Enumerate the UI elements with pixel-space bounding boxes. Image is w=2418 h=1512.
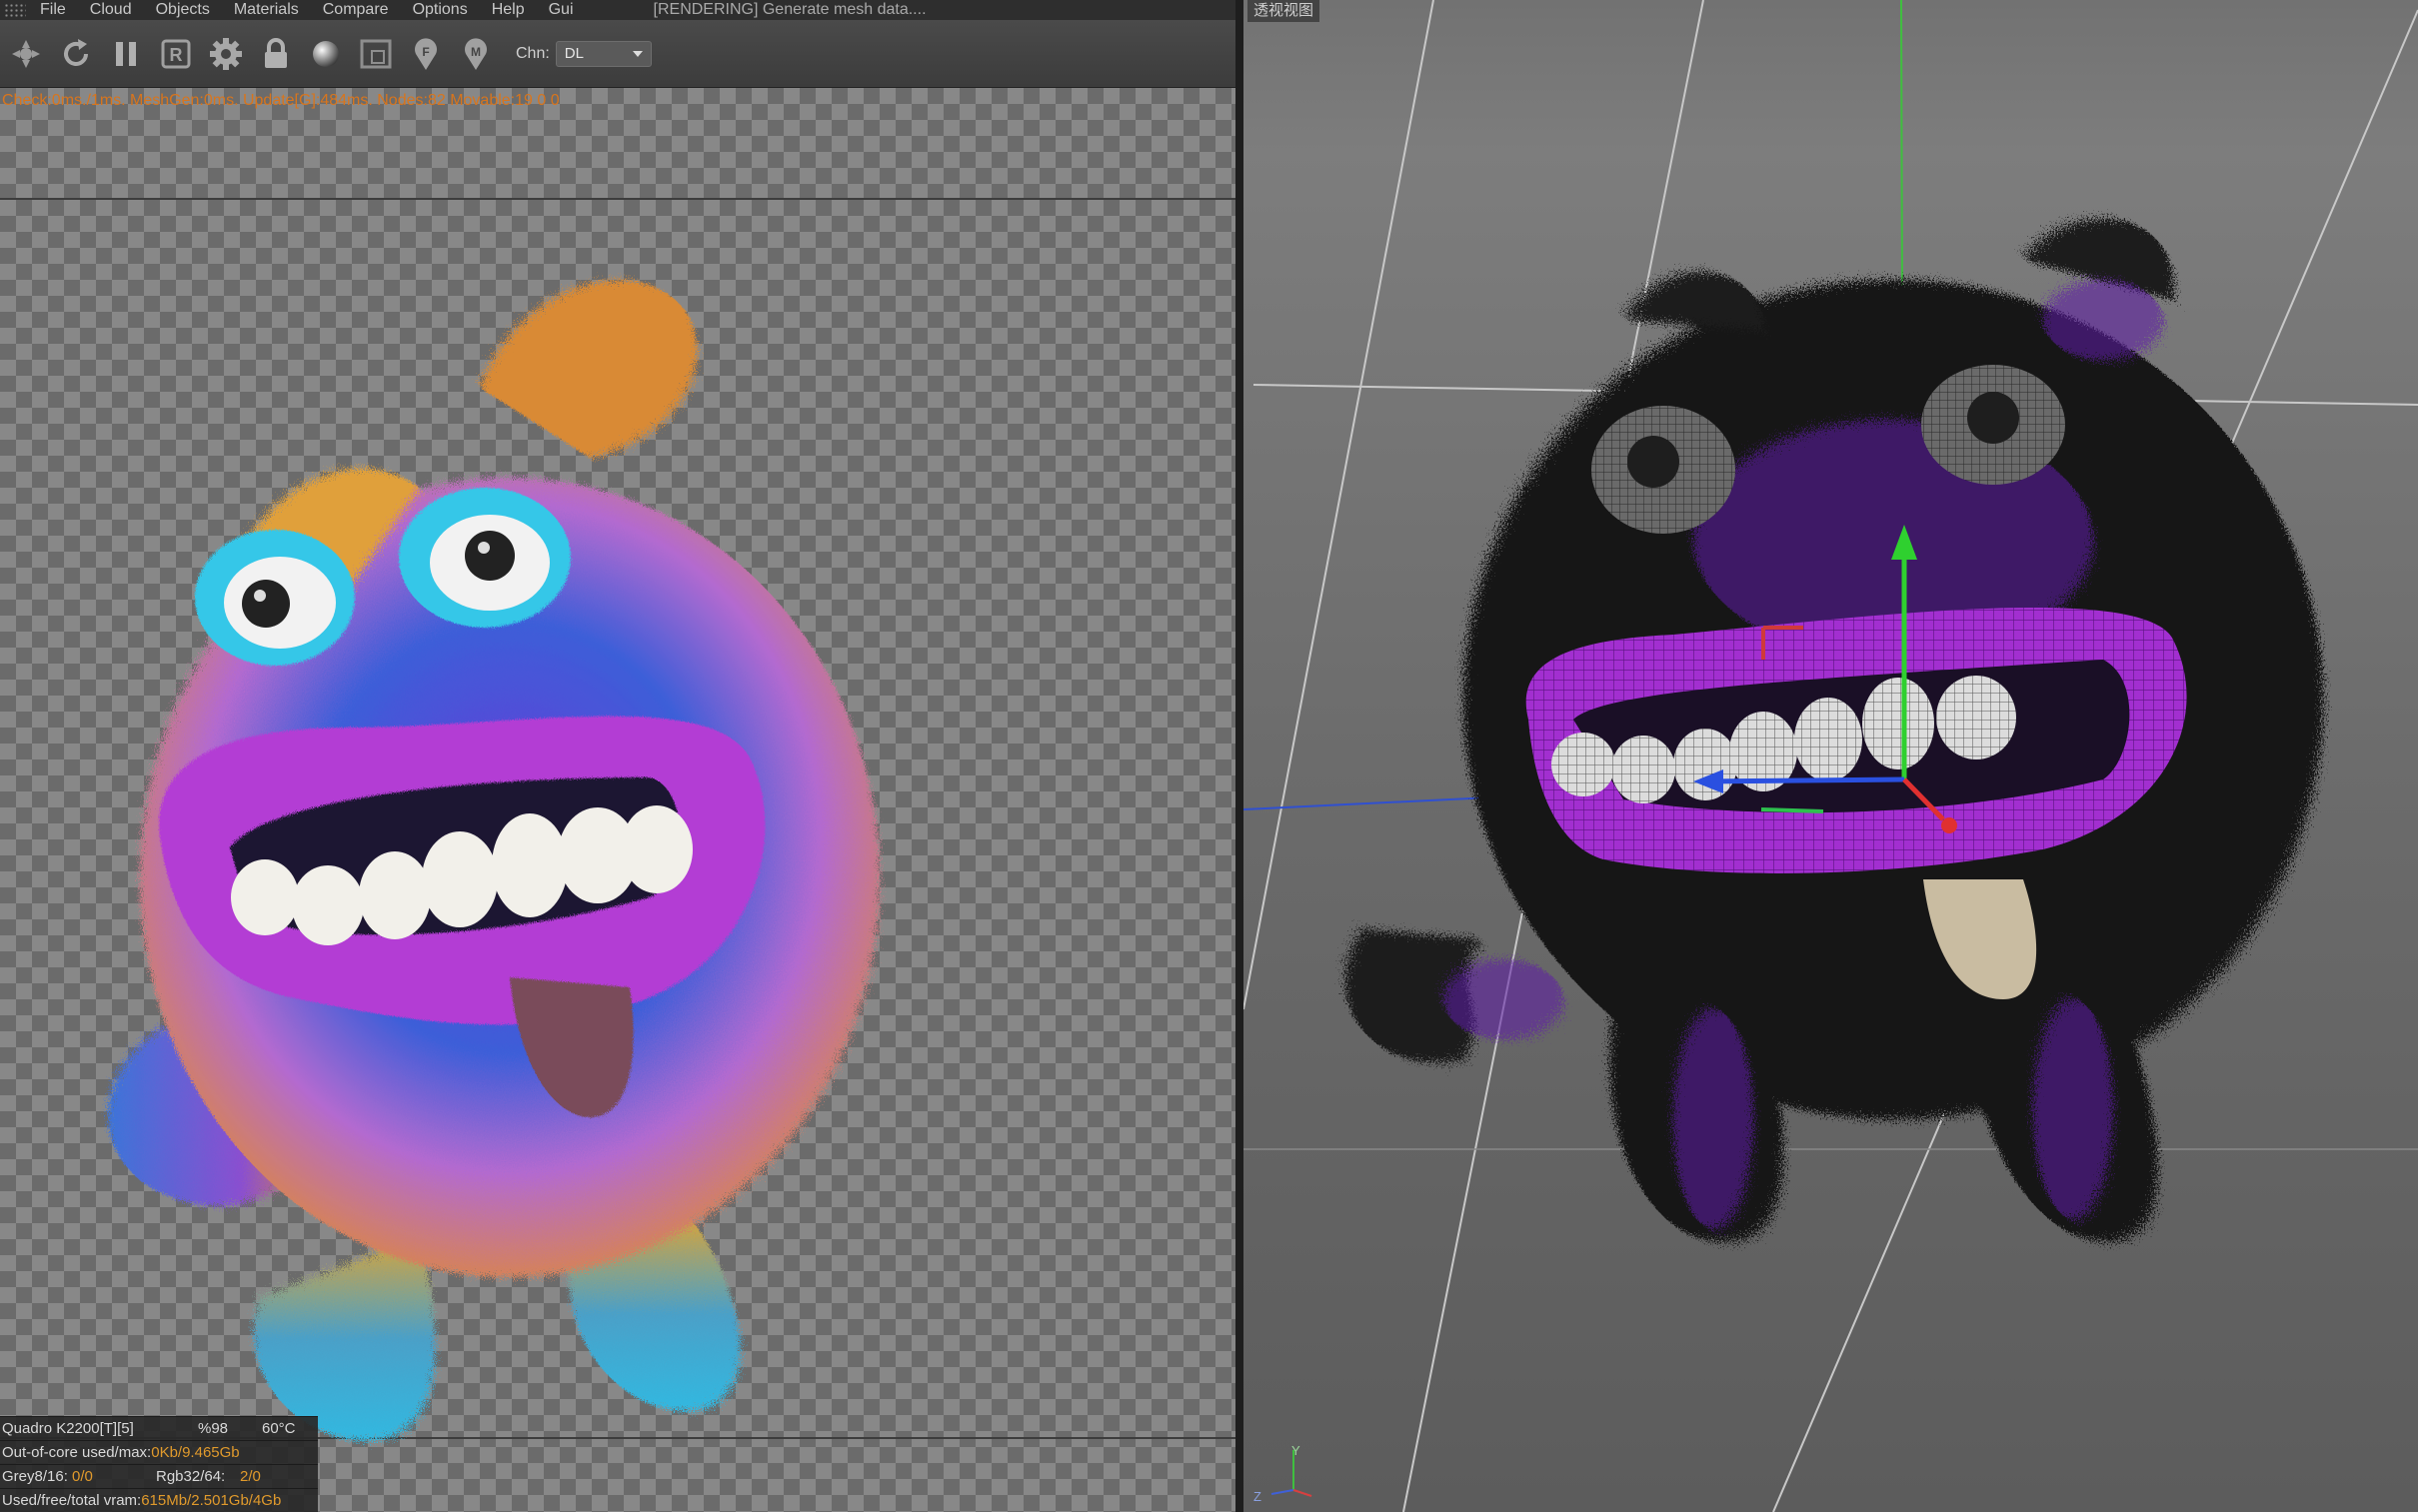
menu-materials[interactable]: Materials bbox=[234, 0, 299, 20]
axis-y-label: Y bbox=[1291, 1443, 1300, 1458]
pause-icon bbox=[116, 41, 136, 66]
render-panel: File Cloud Objects Materials Compare Opt… bbox=[0, 0, 1235, 1512]
panel-divider[interactable] bbox=[1235, 0, 1243, 1512]
settings-button[interactable] bbox=[204, 32, 248, 76]
material-ball-icon bbox=[313, 40, 339, 67]
axis-z-label: Z bbox=[1253, 1489, 1261, 1504]
refresh-icon bbox=[64, 38, 88, 66]
frame-button[interactable] bbox=[354, 32, 398, 76]
out-of-core-value: 0Kb/9.465Gb bbox=[151, 1444, 240, 1461]
gpu-row-device: Quadro K2200[T][5] %98 60°C bbox=[0, 1416, 318, 1440]
pick-material-icon: M bbox=[465, 37, 487, 70]
channel-value: DL bbox=[564, 45, 584, 62]
pick-material-button[interactable]: M bbox=[454, 32, 498, 76]
gpu-row-textures: Grey8/16: 0/0 Rgb32/64: 2/0 bbox=[0, 1464, 318, 1488]
grey-label: Grey8/16: bbox=[2, 1468, 68, 1485]
gpu-row-out-of-core: Out-of-core used/max:0Kb/9.465Gb bbox=[0, 1440, 318, 1464]
canvas-top-divider bbox=[0, 198, 1235, 200]
render-canvas[interactable]: Check:0ms./1ms. MeshGen:0ms. Update[G]:4… bbox=[0, 88, 1235, 1512]
render-stats: Check:0ms./1ms. MeshGen:0ms. Update[G]:4… bbox=[2, 92, 560, 109]
viewport-scene bbox=[1243, 0, 2418, 1512]
svg-text:M: M bbox=[471, 45, 481, 59]
lock-camera-button[interactable] bbox=[4, 32, 48, 76]
rendered-monster-image bbox=[108, 280, 880, 1441]
chevron-down-icon bbox=[632, 50, 643, 57]
menu-file[interactable]: File bbox=[40, 0, 66, 20]
lock-icon bbox=[265, 37, 287, 68]
out-of-core-label: Out-of-core used/max: bbox=[2, 1444, 152, 1461]
material-preview-button[interactable] bbox=[304, 32, 348, 76]
pause-button[interactable] bbox=[104, 32, 148, 76]
gpu-info-panel: Quadro K2200[T][5] %98 60°C Out-of-core … bbox=[0, 1416, 318, 1512]
menubar: File Cloud Objects Materials Compare Opt… bbox=[0, 0, 1235, 20]
menu-help[interactable]: Help bbox=[492, 0, 525, 20]
menu-options[interactable]: Options bbox=[413, 0, 468, 20]
gpu-row-vram: Used/free/total vram:615Mb/2.501Gb/4Gb bbox=[0, 1488, 318, 1512]
render-status: [RENDERING] Generate mesh data.... bbox=[653, 1, 927, 18]
region-render-button[interactable]: R bbox=[154, 32, 198, 76]
channel-label: Chn: bbox=[516, 44, 550, 62]
region-icon: R bbox=[161, 39, 191, 68]
vram-value: 615Mb/2.501Gb/4Gb bbox=[141, 1492, 282, 1509]
app-window: File Cloud Objects Materials Compare Opt… bbox=[0, 0, 2418, 1512]
vram-label: Used/free/total vram: bbox=[2, 1492, 142, 1509]
gpu-usage: %98 bbox=[198, 1420, 229, 1437]
grip-icon[interactable] bbox=[4, 3, 26, 17]
menu-compare[interactable]: Compare bbox=[323, 0, 389, 20]
rgb-value: 2/0 bbox=[240, 1468, 261, 1485]
pick-focus-icon: F bbox=[415, 37, 437, 70]
settings-icon bbox=[210, 37, 242, 70]
lock-camera-icon bbox=[12, 39, 40, 68]
channel-select[interactable]: DL bbox=[555, 40, 652, 67]
svg-text:F: F bbox=[422, 45, 429, 59]
frame-icon bbox=[360, 39, 392, 68]
perspective-viewport[interactable]: 透视视图 Y Z bbox=[1243, 0, 2418, 1512]
svg-text:R: R bbox=[170, 45, 183, 65]
restart-render-button[interactable] bbox=[54, 32, 98, 76]
menu-objects[interactable]: Objects bbox=[156, 0, 210, 20]
viewport-title[interactable]: 透视视图 bbox=[1247, 0, 1320, 22]
lock-button[interactable] bbox=[254, 32, 298, 76]
menu-gui[interactable]: Gui bbox=[549, 0, 574, 20]
gpu-temp: 60°C bbox=[262, 1420, 296, 1437]
menu-cloud[interactable]: Cloud bbox=[90, 0, 132, 20]
rgb-label: Rgb32/64: bbox=[156, 1468, 226, 1485]
pick-focus-button[interactable]: F bbox=[404, 32, 448, 76]
grey-value: 0/0 bbox=[72, 1468, 93, 1485]
toolbar: R F M Chn: DL bbox=[0, 20, 1235, 88]
gpu-name: Quadro K2200[T][5] bbox=[2, 1420, 134, 1437]
